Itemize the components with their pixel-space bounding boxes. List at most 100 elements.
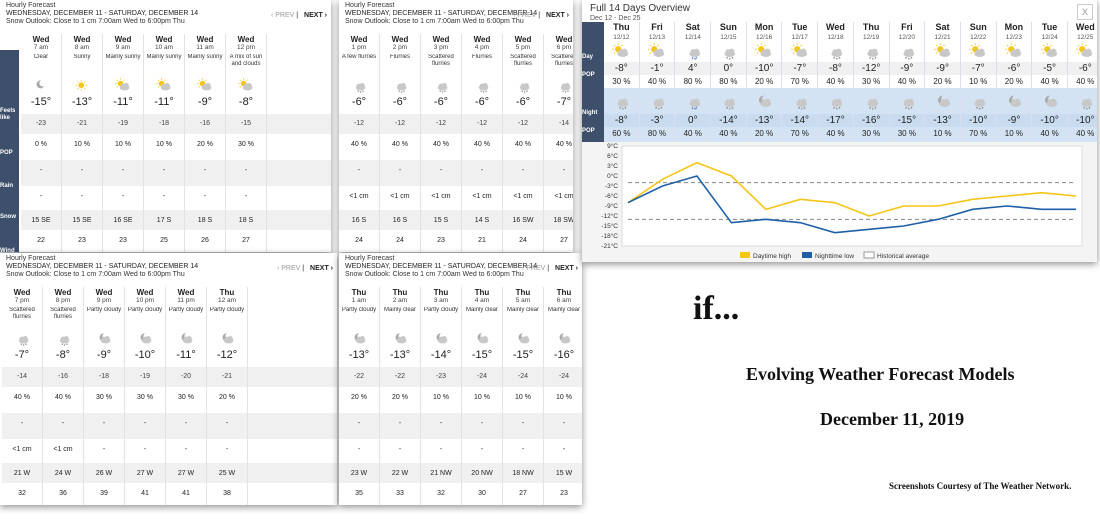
prev-link[interactable]: ‹ PREV <box>271 12 294 19</box>
cell-gust: 30 <box>462 483 503 505</box>
cell-cond: Flurries <box>462 54 503 77</box>
overview-date: 12/21 <box>925 33 961 42</box>
pager: ‹ PREV | NEXT › <box>512 12 569 19</box>
cell-rain: - <box>421 160 462 186</box>
sun-cloud-icon <box>1005 43 1022 57</box>
cell-day: Thu <box>462 287 503 297</box>
chart-area: 9°C 6°C 3°C 0°C -3°C -6°C -9°C -12°C -15°C -18°C -… <box>582 142 1097 262</box>
cell-rain: - <box>207 413 248 439</box>
overview-range: Dec 12 - Dec 25 <box>590 15 641 22</box>
next-link[interactable]: NEXT › <box>555 265 578 272</box>
cell-pop: 20 % <box>185 134 226 160</box>
sun-cloud-icon <box>648 43 665 57</box>
cell-day: Thu <box>544 287 582 297</box>
forecast-row-snow: ------ <box>21 186 331 210</box>
overview-night_pop: 70 % <box>782 127 819 140</box>
overview-day_pop: 10 % <box>961 75 997 88</box>
overview-icon-cell <box>640 42 676 62</box>
cell-snow: - <box>144 186 185 210</box>
cell-wind: 21 W <box>2 463 43 483</box>
cell-wind: 18 NW <box>503 463 544 483</box>
cell-feels: -24 <box>544 367 582 387</box>
forecast-row-temp: -15° -13° -11° -11° -9° -8° <box>21 94 331 114</box>
cell-feels: -21 <box>62 114 103 134</box>
overview-day_pop: 40 % <box>818 75 854 88</box>
moon-cloud-icon <box>395 333 407 344</box>
overview-row-date: 12/12 12/13 12/14 12/15 12/16 12/17 12/18 12/19… <box>604 33 1097 42</box>
cell-rain: - <box>226 160 267 186</box>
moon-cloud-icon <box>99 333 111 344</box>
cell-time: 11 am <box>185 44 226 54</box>
forecast-row-rain: ------ <box>21 160 331 186</box>
snow-cloud-icon <box>653 98 665 110</box>
cell-rain: - <box>544 160 573 186</box>
prev-link[interactable]: ‹ PREV <box>522 265 545 272</box>
overview-icon-cell <box>890 42 926 62</box>
overview-icon-cell <box>1032 42 1068 62</box>
cell-day: Wed <box>462 34 503 44</box>
cell-wind: 15 SE <box>62 210 103 230</box>
cell-wind: 17 S <box>144 210 185 230</box>
overview-dow: Tue <box>782 22 819 33</box>
overview-date: 12/15 <box>711 33 747 42</box>
overview-icon-cell <box>1068 92 1097 114</box>
prev-link[interactable]: ‹ PREV <box>277 265 300 272</box>
overview-icon-cell <box>961 42 997 62</box>
overview-high: 4° <box>675 62 712 75</box>
snow-cloud-icon <box>519 83 530 93</box>
forecast-row-snow: <1 cm <1 cm <1 cm <1 cm <1 cm <1 cm <box>339 186 573 210</box>
cell-gust: 36 <box>43 483 84 505</box>
overview-date: 12/22 <box>961 33 997 42</box>
cell-gust: 27 <box>503 483 544 505</box>
cell-gust: 24 <box>503 230 544 252</box>
close-icon[interactable]: X <box>1077 4 1093 20</box>
overview-day_pop: 20 % <box>997 75 1033 88</box>
weather-icon-cell <box>380 77 421 94</box>
cell-wind: 15 SE <box>21 210 62 230</box>
cell-rain: - <box>103 160 144 186</box>
cell-wind: 21 NW <box>421 463 462 483</box>
sun-cloud-icon <box>933 43 950 57</box>
next-link[interactable]: NEXT › <box>304 12 327 19</box>
cell-snow: <1 cm <box>339 186 380 210</box>
row-label: Rain <box>0 183 14 189</box>
prev-link[interactable]: ‹ PREV <box>513 12 536 19</box>
cell-temp: -13° <box>339 347 380 367</box>
cell-feels: -23 <box>21 114 62 134</box>
weather-icon-cell <box>226 77 267 94</box>
snow-cloud-icon <box>867 98 879 110</box>
overview-dow: Fri <box>640 22 676 33</box>
rain-snow-icon <box>689 98 700 110</box>
overview-day_pop: 40 % <box>1032 75 1068 88</box>
forecast-row-cond: A few flurries Flurries Scattered flurries… <box>339 54 573 77</box>
slide-credit: Screenshots Courtesy of The Weather Netw… <box>889 481 1072 491</box>
overview-low: 0° <box>675 114 712 127</box>
next-link[interactable]: NEXT › <box>310 265 333 272</box>
cell-gust: 33 <box>380 483 421 505</box>
cell-feels: -18 <box>84 367 125 387</box>
panel-title: Hourly Forecast <box>6 2 56 9</box>
cell-pop: 10 % <box>503 387 544 413</box>
forecast-row-rain: ------ <box>339 413 582 439</box>
overview-date: 12/24 <box>1032 33 1068 42</box>
overview-low: -10° <box>960 114 997 127</box>
cell-feels: -12 <box>421 114 462 134</box>
next-link[interactable]: NEXT › <box>546 12 569 19</box>
overview-day_pop: 20 % <box>925 75 961 88</box>
cell-feels: -24 <box>503 367 544 387</box>
overview-icon-cell <box>997 42 1033 62</box>
temperature-chart: 9°C 6°C 3°C 0°C -3°C -6°C -9°C -12°C -15°C -18°C -… <box>601 142 1083 260</box>
sun-cloud-icon <box>197 78 212 91</box>
overview-icon-cell <box>997 92 1033 114</box>
cell-cond: Mainly clear <box>380 307 421 330</box>
cell-pop: 10 % <box>462 387 503 413</box>
overview-day_pop: 70 % <box>782 75 819 88</box>
overview-date: 12/17 <box>782 33 819 42</box>
overview-night_pop: 10 % <box>925 127 961 140</box>
overview-row-night_pop: 60 % 80 % 40 % 40 % 20 % 70 % 40 % 30 % 30 % 10 %… <box>604 127 1097 140</box>
cell-gust: 26 <box>185 230 226 252</box>
weather-icon-cell <box>103 77 144 94</box>
cell-wind: 20 NW <box>462 463 503 483</box>
cell-feels: -22 <box>339 367 380 387</box>
overview-row-low: -8° -3° 0° -14° -13° -14° -17° -16° -15° -13° -10°… <box>604 114 1097 127</box>
